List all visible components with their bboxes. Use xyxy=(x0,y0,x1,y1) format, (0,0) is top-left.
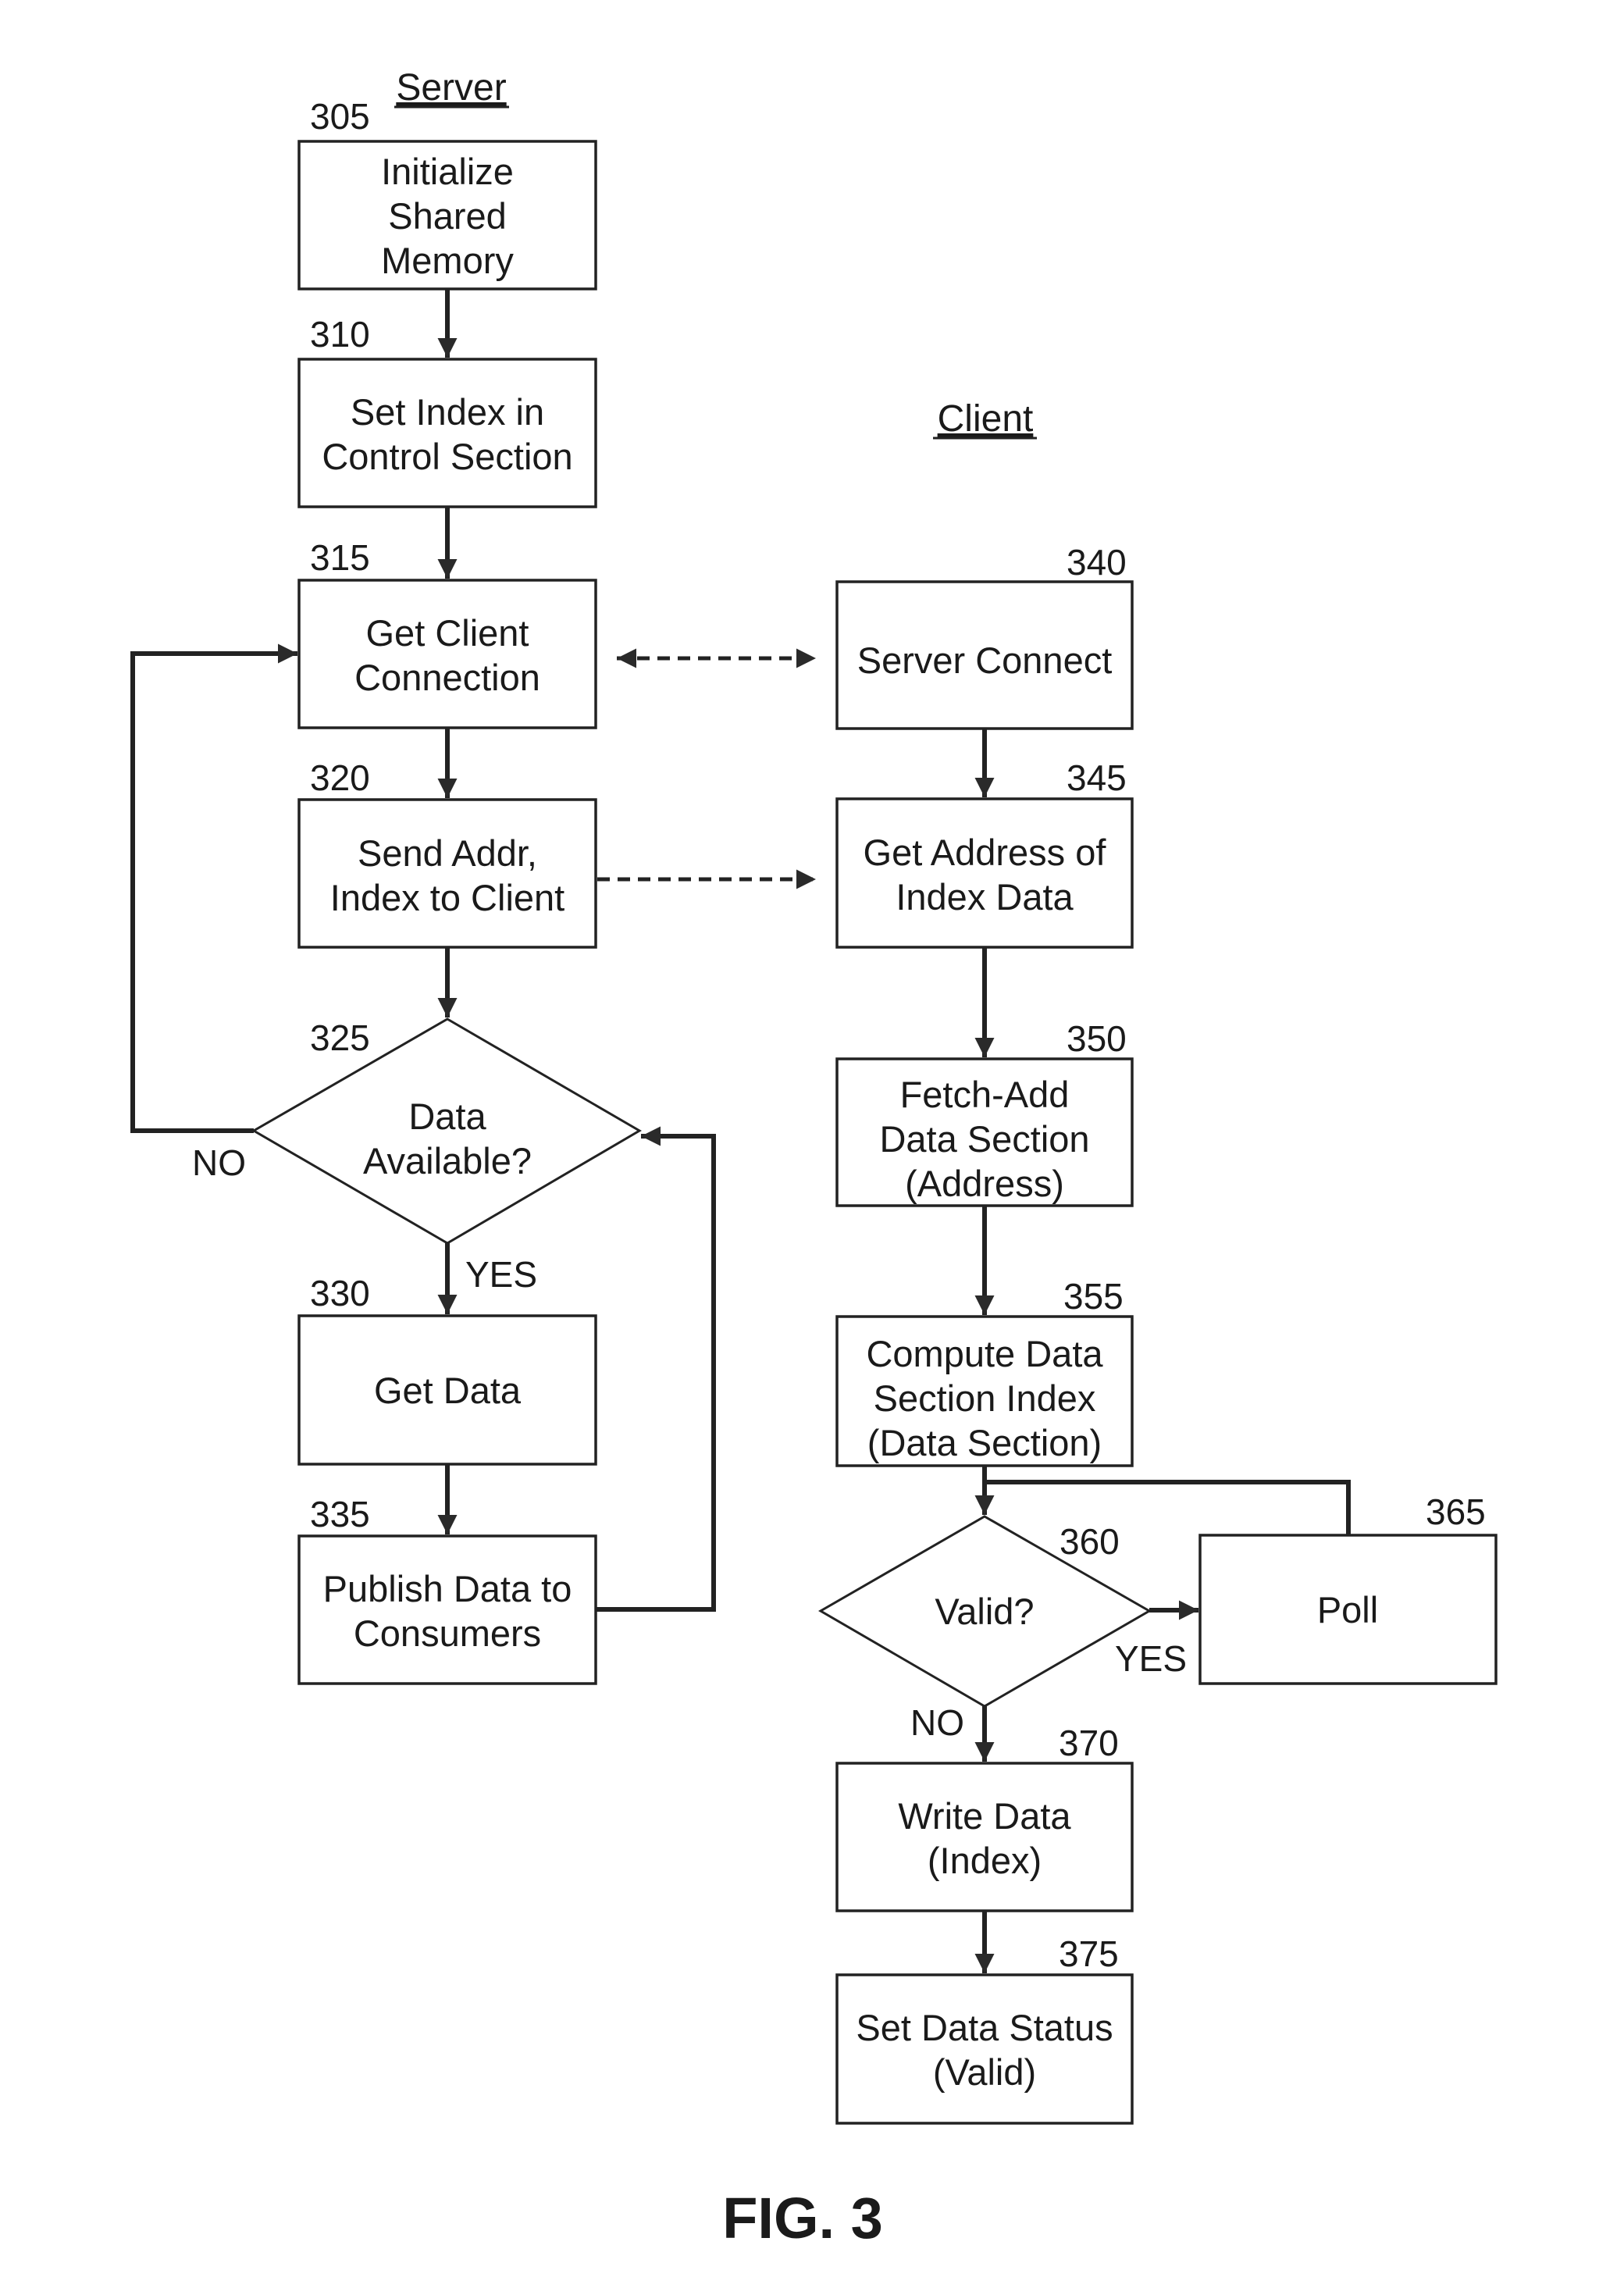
step-330-line-1: Get Data xyxy=(374,1370,522,1411)
step-355-line-1: Compute Data xyxy=(866,1333,1103,1374)
step-345-line-2: Index Data xyxy=(896,876,1074,918)
step-315-line-1: Get Client xyxy=(366,612,529,654)
step-350-line-2: Data Section xyxy=(879,1118,1089,1160)
step-355-line-2: Section Index xyxy=(874,1377,1096,1419)
arrow-325-no-to-315 xyxy=(130,643,297,1133)
step-340-server-connect: 340 Server Connect xyxy=(835,542,1134,730)
arrow-335-to-325 xyxy=(596,1126,716,1612)
step-310-line-1: Set Index in xyxy=(351,391,544,433)
step-365-line-1: Poll xyxy=(1317,1589,1378,1630)
step-375-line-1: Set Data Status xyxy=(856,2007,1113,2048)
decision-325-line-1: Data xyxy=(408,1096,486,1137)
ref-340: 340 xyxy=(1067,542,1127,583)
arrow-365-to-360 xyxy=(985,1480,1351,1535)
step-340-line-1: Server Connect xyxy=(857,640,1113,681)
box-310 xyxy=(297,358,597,508)
ref-310: 310 xyxy=(310,314,370,355)
step-320-line-1: Send Addr, xyxy=(358,832,537,874)
lane-label-client: Client xyxy=(938,398,1034,440)
ref-335: 335 xyxy=(310,1494,370,1534)
decision-360-line-1: Valid? xyxy=(935,1591,1034,1632)
box-335 xyxy=(297,1534,597,1685)
step-345-line-1: Get Address of xyxy=(864,832,1107,873)
ref-355: 355 xyxy=(1063,1276,1124,1317)
decision-325-no-label: NO xyxy=(192,1142,246,1183)
step-350-line-1: Fetch-Add xyxy=(900,1074,1070,1115)
ref-345: 345 xyxy=(1067,757,1127,798)
figure-label: FIG. 3 xyxy=(722,2186,883,2250)
step-375-line-2: (Valid) xyxy=(933,2051,1036,2093)
decision-360-valid: 360 Valid? YES NO xyxy=(818,1515,1187,1743)
step-335-line-2: Consumers xyxy=(354,1613,541,1654)
box-345 xyxy=(835,797,1134,949)
step-305-line-3: Memory xyxy=(381,240,514,281)
step-335-line-1: Publish Data to xyxy=(323,1568,572,1609)
step-355-line-3: (Data Section) xyxy=(867,1422,1102,1463)
decision-325-data-available: 325 Data Available? NO YES xyxy=(192,1017,642,1295)
ref-315: 315 xyxy=(310,537,370,578)
box-375 xyxy=(835,1973,1134,2125)
flowchart: Server Client 305 Initialize Shared Memo… xyxy=(130,67,1498,2250)
decision-325-line-2: Available? xyxy=(363,1140,532,1181)
box-370 xyxy=(835,1762,1134,1912)
ref-320: 320 xyxy=(310,757,370,798)
ref-325: 325 xyxy=(310,1017,370,1058)
step-320-line-2: Index to Client xyxy=(330,877,564,918)
step-305-initialize-shared-memory: 305 Initialize Shared Memory xyxy=(297,96,597,290)
decision-360-yes-label: YES xyxy=(1115,1638,1187,1679)
box-315 xyxy=(297,579,597,729)
ref-330: 330 xyxy=(310,1273,370,1313)
step-305-line-1: Initialize xyxy=(381,151,514,192)
step-315-line-2: Connection xyxy=(354,657,540,698)
ref-360: 360 xyxy=(1060,1521,1120,1562)
lane-label-server: Server xyxy=(396,67,506,109)
step-350-line-3: (Address) xyxy=(905,1163,1064,1204)
ref-370: 370 xyxy=(1059,1723,1119,1763)
ref-375: 375 xyxy=(1059,1933,1119,1974)
step-370-line-1: Write Data xyxy=(898,1795,1071,1837)
step-305-line-2: Shared xyxy=(388,195,507,237)
step-370-line-2: (Index) xyxy=(928,1840,1042,1881)
decision-360-no-label: NO xyxy=(910,1702,964,1743)
ref-305: 305 xyxy=(310,96,370,137)
ref-365: 365 xyxy=(1426,1491,1486,1532)
ref-350: 350 xyxy=(1067,1018,1127,1059)
decision-325-yes-label: YES xyxy=(465,1254,537,1295)
step-310-line-2: Control Section xyxy=(322,436,572,477)
